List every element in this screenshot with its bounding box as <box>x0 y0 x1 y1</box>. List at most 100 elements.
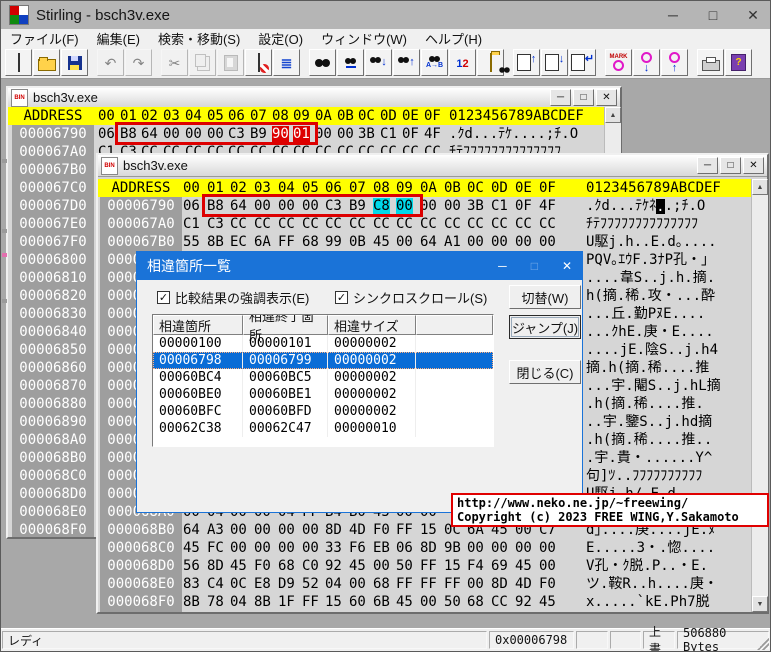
page-jump-button[interactable]: ↵ <box>569 49 596 76</box>
difference-row[interactable]: 00060BC4 00060BC5 00000002 <box>153 369 493 386</box>
mark-set-button[interactable]: MARK <box>605 49 632 76</box>
restore-icon[interactable]: □ <box>573 89 594 106</box>
copy-icon <box>194 54 206 67</box>
ascii-text: .h(摘.稀....推. <box>586 396 704 412</box>
ascii-text: .h(摘.稀....推.. <box>586 432 713 448</box>
select-range-button[interactable]: ≣ <box>273 49 300 76</box>
page-top-icon: ↑ <box>516 54 536 71</box>
hex-row[interactable]: 000068C0 45 FC 00 00 00 00 33 F6 EB 06 8D 9B 00 00 00 00… <box>98 539 767 557</box>
menu-item[interactable]: ヘルプ(H) <box>416 29 491 47</box>
find-all-button[interactable] <box>337 49 364 76</box>
ascii-text: .ｸd...ﾃｹﾈ. ..;ﾁ.O <box>586 198 706 214</box>
difference-row[interactable]: 00000100 00000101 00000002 <box>153 335 493 352</box>
column-header[interactable]: 相違終了箇所 <box>243 315 328 343</box>
redo-icon: ↷ <box>132 54 145 71</box>
undo-icon: ↶ <box>104 54 117 71</box>
hex-row[interactable]: 000067B0 55 8B EC 6A FF 68 99 0B 45 00 64 A1 00 00 00 00… <box>98 233 767 251</box>
difference-row[interactable]: 00060BFC 00060BFD 00000002 <box>153 403 493 420</box>
find-button[interactable] <box>309 49 336 76</box>
minimize-icon[interactable]: ─ <box>664 7 682 24</box>
hex-row[interactable]: 000068E0 83 C4 0C E8 D9 52 04 00 68 FF FF FF 00 8D 4D F0… <box>98 575 767 593</box>
find-up-button[interactable]: ↑ <box>393 49 420 76</box>
save-file-button[interactable] <box>61 49 88 76</box>
checkbox-check-icon[interactable]: ✓ <box>157 291 170 304</box>
help-button[interactable]: ? <box>725 49 752 76</box>
status-overwrite-mode: 上書 <box>643 625 675 651</box>
close-icon[interactable]: ✕ <box>744 7 762 24</box>
compare-12-button[interactable]: 12 <box>449 49 476 76</box>
menu-item[interactable]: 検索・移動(S) <box>149 29 249 47</box>
sync-scroll-checkbox-label: シンクロスクロール(S) <box>353 291 488 306</box>
close-icon[interactable]: ✕ <box>562 259 572 273</box>
column-header[interactable]: 相違箇所 <box>153 315 243 335</box>
hex-row[interactable]: 000068D0 56 8D 45 F0 68 C0 92 45 00 50 FF 15 F4 69 45 00… <box>98 557 767 575</box>
page-top-button[interactable]: ↑ <box>513 49 540 76</box>
bookmark-mark <box>2 253 7 257</box>
minimize-icon[interactable]: ─ <box>697 157 718 174</box>
resize-grip[interactable] <box>757 638 769 650</box>
column-header[interactable]: 相違サイズ <box>328 315 416 335</box>
find-down-button[interactable]: ↓ <box>365 49 392 76</box>
difference-row[interactable]: 00006798 00006799 00000002 <box>153 352 493 369</box>
hex-window-1-titlebar[interactable]: BIN bsch3v.exe ─ □ ✕ <box>8 88 620 108</box>
hex-row[interactable]: 00006790 06 B8 64 00 00 00 C3 B9 90 01 00 00 3B C1 0F 4F… <box>8 125 620 143</box>
scroll-up-icon[interactable]: ▲ <box>605 107 621 123</box>
grep-button[interactable] <box>477 49 510 76</box>
ascii-text: ...ｸhE.庚・E.... <box>586 324 714 340</box>
minimize-icon[interactable]: ─ <box>498 259 507 273</box>
bin-file-icon: BIN <box>101 156 118 175</box>
jump-button[interactable]: ジャンプ(J) <box>509 315 581 339</box>
column-header[interactable] <box>416 315 493 335</box>
difference-row[interactable]: 00062C38 00062C47 00000010 <box>153 420 493 437</box>
mark-next-button[interactable]: ↓ <box>633 49 660 76</box>
hex-row[interactable]: 000067A0 C1 C3 CC CC CC CC CC CC CC CC CC CC CC CC CC CC… <box>98 215 767 233</box>
hex-header-row: ADDRESS 00 01 02 03 04 05 06 07 08 09 0A 0B 0C 0D 0E 0F 0… <box>98 179 751 197</box>
page-bottom-button[interactable]: ↓ <box>541 49 568 76</box>
menu-item[interactable]: ウィンドウ(W) <box>312 29 416 47</box>
compare-ab-button[interactable]: A→B <box>421 49 448 76</box>
grep-icon <box>489 52 510 73</box>
ascii-text: .ｸd...ﾃｹ....;ﾁ.O <box>449 126 579 142</box>
delete-button[interactable] <box>245 49 272 76</box>
ascii-text: .宇.貴・......Y^ <box>586 450 713 466</box>
dialog-titlebar[interactable]: 相違箇所一覧 ─ □ ✕ <box>137 252 582 280</box>
bookmark-mark <box>2 299 7 303</box>
mark-set-icon: MARK <box>610 54 628 71</box>
scroll-up-icon[interactable]: ▲ <box>752 179 768 195</box>
credit-overlay: http://www.neko.ne.jp/~freewing/ Copyrig… <box>451 493 769 527</box>
compare-12-icon: 12 <box>456 57 469 70</box>
cut-button: ✂ <box>161 49 188 76</box>
checkbox-check-icon[interactable]: ✓ <box>335 291 348 304</box>
sync-scroll-checkbox[interactable]: ✓ シンクロスクロール(S) <box>335 288 487 307</box>
open-file-button[interactable] <box>33 49 60 76</box>
difference-row[interactable]: 00060BE0 00060BE1 00000002 <box>153 386 493 403</box>
print-button[interactable] <box>697 49 724 76</box>
switch-button[interactable]: 切替(W) <box>509 285 581 309</box>
maximize-icon[interactable]: □ <box>704 7 722 24</box>
new-file-button[interactable] <box>5 49 32 76</box>
page-jump-icon: ↵ <box>570 54 594 71</box>
hex-row[interactable]: 000068F0 8B 78 04 8B 1F FF 15 60 6B 45 00 50 68 CC 92 45… <box>98 593 767 611</box>
hex-window-2-titlebar[interactable]: BIN bsch3v.exe ─ □ ✕ <box>98 155 767 177</box>
mark-prev-button[interactable]: ↑ <box>661 49 688 76</box>
restore-icon[interactable]: □ <box>720 157 741 174</box>
ascii-text: ....jE.陰S..j.h4 <box>586 342 719 358</box>
window-title: Stirling - bsch3v.exe <box>36 6 170 24</box>
cut-icon: ✂ <box>168 54 181 71</box>
bookmark-mark <box>2 229 7 233</box>
close-icon[interactable]: ✕ <box>743 157 764 174</box>
close-icon[interactable]: ✕ <box>596 89 617 106</box>
ascii-text: U駆j.h..E.d｡.... <box>586 234 717 250</box>
ascii-text: 句]ﾂ..ﾌﾌﾌﾌﾌﾌﾌﾌﾌﾌ <box>586 468 703 484</box>
menu-item[interactable]: 設定(O) <box>249 29 312 47</box>
close-button[interactable]: 閉じる(C) <box>509 360 581 384</box>
menu-item[interactable]: 編集(E) <box>88 29 149 47</box>
menu-item[interactable]: ファイル(F) <box>1 29 88 47</box>
redo-button: ↷ <box>125 49 152 76</box>
ascii-text: ..宇.鑒S..j.hd摘 <box>586 414 713 430</box>
highlight-checkbox[interactable]: ✓ 比較結果の強調表示(E) <box>157 288 309 307</box>
minimize-icon[interactable]: ─ <box>550 89 571 106</box>
hex-row[interactable]: 00006790 06 B8 64 00 00 00 C3 B9 C8 00 00 00 3B C1 0F 4F… <box>98 197 767 215</box>
ascii-text: E.....3・.惚.... <box>586 540 716 556</box>
find-icon <box>315 58 330 67</box>
